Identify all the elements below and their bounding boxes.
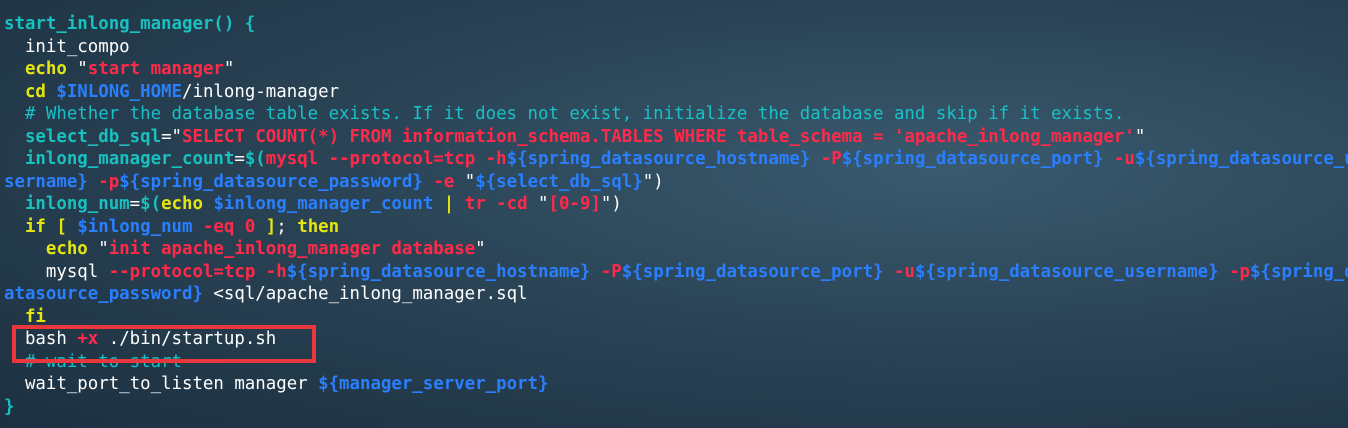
code-line: # Whether the database table exists. If …: [4, 103, 1348, 126]
code-token: init apache_inlong_manager database: [108, 239, 476, 259]
code-token: -e: [433, 171, 465, 192]
code-token: SELECT COUNT(*) FROM information_schema.…: [182, 126, 1135, 147]
code-token: ": [77, 59, 88, 79]
code-token: 0: [244, 216, 266, 237]
code-token: ${spring_datasource_hostname}: [506, 149, 821, 169]
code-token: ": [98, 239, 109, 259]
code-token: wait_port_to_listen manager: [4, 374, 319, 394]
code-token: ": [223, 59, 235, 79]
code-token: atasource_password}: [4, 284, 214, 304]
code-token: # Whether the database table exists. If …: [4, 104, 1125, 124]
code-token: mysql: [4, 261, 109, 282]
code-token: --protocol=tcp: [108, 261, 266, 282]
code-token: ": [464, 171, 476, 192]
code-token: select_db_sql: [4, 126, 162, 147]
code-token: ${select_db_sql}: [475, 171, 643, 192]
code-token: ": [475, 239, 486, 259]
code-line: echo "init apache_inlong_manager databas…: [4, 238, 1348, 261]
code-token: inlong_num: [4, 194, 130, 214]
code-token: tr: [464, 194, 497, 214]
code-token: start_inlong_manager() {: [4, 14, 256, 34]
highlight-box: [12, 325, 316, 363]
code-line: if [ $inlong_num -eq 0 ]; then: [4, 216, 1348, 239]
code-token: fi: [4, 306, 46, 327]
code-token: if: [4, 216, 57, 237]
code-token: $(: [140, 194, 162, 214]
code-token: -P: [820, 149, 842, 169]
code-line: wait_port_to_listen manager ${manager_se…: [4, 373, 1348, 396]
code-token: ${manager_server_port}: [318, 374, 549, 394]
code-token: then: [297, 216, 340, 237]
code-token: ${spring_datasource_hostname}: [286, 261, 601, 282]
code-token: ${spring_datasource_u: [1134, 149, 1348, 169]
code-token: =: [161, 126, 172, 147]
code-line: select_db_sql="SELECT COUNT(*) FROM info…: [4, 126, 1348, 149]
code-line: }: [4, 396, 1348, 419]
code-token: --protocol=tcp: [328, 149, 486, 169]
code-line: init_compo: [4, 36, 1348, 59]
code-token: echo: [4, 239, 99, 259]
code-token: ${spring_d: [1250, 261, 1348, 282]
code-token: $INLONG_HOME: [56, 81, 182, 102]
code-token: echo: [4, 59, 78, 79]
code-token: =: [234, 149, 245, 169]
code-token: -h: [265, 261, 287, 282]
code-token: ${spring_datasource_port}: [621, 261, 895, 282]
code-token: /inlong-manager: [182, 81, 340, 102]
code-token: [0-9]: [548, 194, 601, 214]
code-token: -h: [485, 149, 507, 169]
code-token: -eq: [202, 216, 245, 237]
code-token: ]: [265, 216, 277, 237]
code-token: -P: [600, 261, 622, 282]
code-token: ": [171, 126, 183, 147]
code-token: ${spring_datasource_username}: [914, 261, 1230, 282]
code-token: sername}: [4, 171, 99, 192]
code-line: echo "start manager": [4, 58, 1348, 81]
code-token: <sql/apache_inlong_manager.sql: [213, 284, 528, 304]
code-token: -cd: [496, 194, 539, 214]
code-token: mysql: [265, 149, 329, 169]
code-token: $inlong_manager_count: [213, 194, 444, 214]
code-line: cd $INLONG_HOME/inlong-manager: [4, 81, 1348, 104]
code-token: cd: [4, 81, 57, 102]
code-token: =: [129, 194, 141, 214]
code-line: inlong_num=$(echo $inlong_manager_count …: [4, 193, 1348, 216]
code-token: }: [4, 396, 15, 417]
code-token: -p: [98, 171, 120, 192]
code-token: "): [600, 194, 622, 214]
code-token: ;: [276, 216, 298, 237]
code-token: init_compo: [4, 36, 130, 57]
code-token: ": [1134, 126, 1146, 147]
code-token: ${spring_datasource_password}: [119, 171, 434, 192]
code-line: mysql --protocol=tcp -h${spring_datasour…: [4, 261, 1348, 284]
code-token: "): [642, 171, 664, 192]
terminal-code-view: start_inlong_manager() { init_compo echo…: [0, 0, 1348, 428]
code-token: |: [443, 194, 465, 214]
code-token: -u: [1113, 149, 1135, 169]
code-token: start manager: [87, 59, 224, 79]
code-token: echo: [161, 194, 214, 214]
code-token: $(: [244, 149, 266, 169]
code-line: inlong_manager_count=$(mysql --protocol=…: [4, 148, 1348, 171]
code-token: -u: [894, 261, 915, 282]
code-token: inlong_manager_count: [4, 149, 235, 169]
code-token: $inlong_num: [77, 216, 203, 237]
code-token: -p: [1229, 261, 1251, 282]
code-token: [: [56, 216, 78, 237]
code-line: atasource_password} <sql/apache_inlong_m…: [4, 283, 1348, 306]
code-line: sername} -p${spring_datasource_password}…: [4, 171, 1348, 194]
code-token: ${spring_datasource_port}: [841, 149, 1114, 169]
code-line: start_inlong_manager() {: [4, 13, 1348, 36]
code-token: ": [538, 194, 549, 214]
